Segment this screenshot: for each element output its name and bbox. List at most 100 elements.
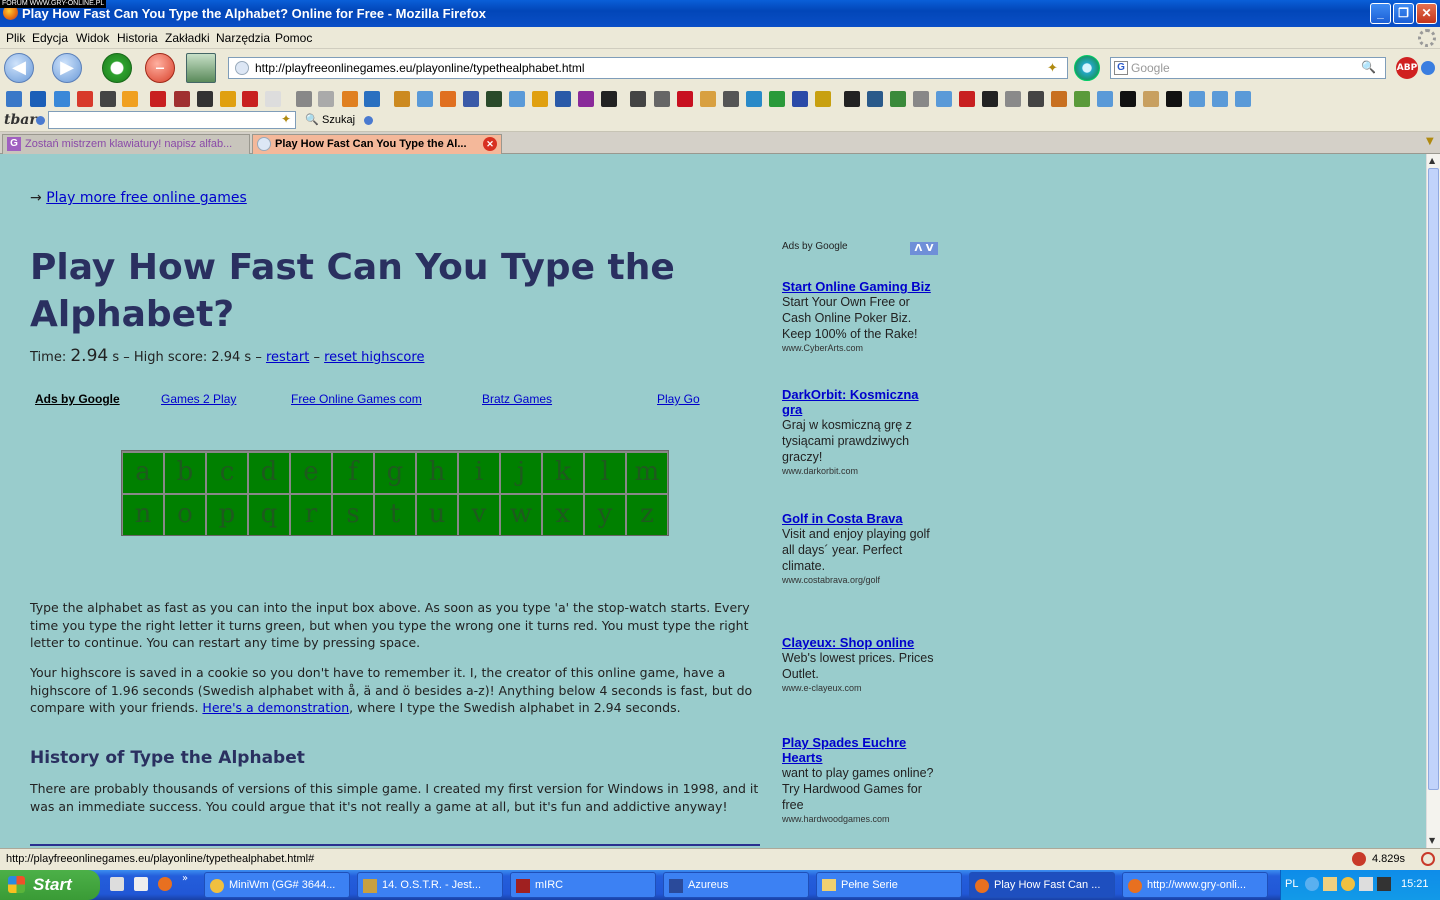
ads-by-google-label[interactable]: Ads by Google xyxy=(35,392,120,406)
vertical-scrollbar[interactable]: ▲ ▼ xyxy=(1426,154,1440,848)
bookmark-icon[interactable] xyxy=(417,91,433,107)
bookmark-star-icon[interactable]: ✦ xyxy=(1047,60,1058,76)
adblock-icon[interactable]: ABP xyxy=(1396,57,1418,79)
bookmark-icon[interactable] xyxy=(220,91,236,107)
bookmark-icon[interactable] xyxy=(342,91,358,107)
bookmark-icon[interactable] xyxy=(792,91,808,107)
bookmark-icon[interactable] xyxy=(867,91,883,107)
ad-title[interactable]: Start Online Gaming Biz xyxy=(782,279,942,294)
bookmark-icon[interactable] xyxy=(486,91,502,107)
ad-url[interactable]: www.hardwoodgames.com xyxy=(782,813,942,825)
bookmark-icon[interactable] xyxy=(982,91,998,107)
ad-title[interactable]: DarkOrbit: Kosmiczna gra xyxy=(782,387,942,417)
tab-type-alphabet[interactable]: Play How Fast Can You Type the Al... ✕ xyxy=(252,134,502,154)
bookmark-icon[interactable] xyxy=(1097,91,1113,107)
sidebar-ad[interactable]: Start Online Gaming Biz Start Your Own F… xyxy=(782,279,942,354)
sidebar-ad[interactable]: Clayeux: Shop online Web's lowest prices… xyxy=(782,635,942,694)
tbar-options-icon[interactable] xyxy=(364,116,373,125)
task-button[interactable]: 14. O.S.T.R. - Jest... xyxy=(357,872,503,898)
alphabet-grid[interactable]: abcdefghijklm nopqrstuvwxyz xyxy=(121,450,669,536)
bookmark-icon[interactable] xyxy=(77,91,93,107)
bookmark-icon[interactable] xyxy=(601,91,617,107)
bookmark-icon[interactable] xyxy=(913,91,929,107)
bookmark-icon[interactable] xyxy=(1166,91,1182,107)
task-button-active[interactable]: Play How Fast Can ... xyxy=(969,872,1115,898)
forward-button[interactable]: ▶ xyxy=(52,53,82,83)
bookmark-icon[interactable] xyxy=(122,91,138,107)
more-games-link[interactable]: Play more free online games xyxy=(46,190,247,206)
task-button[interactable]: MiniWm (GG# 3644... xyxy=(204,872,350,898)
status-block-icon[interactable] xyxy=(1421,852,1435,866)
menu-historia[interactable]: Historia xyxy=(117,31,158,45)
bookmark-icon[interactable] xyxy=(1005,91,1021,107)
extension-icon[interactable] xyxy=(1421,61,1435,75)
bookmark-icon[interactable] xyxy=(959,91,975,107)
bookmark-icon[interactable] xyxy=(746,91,762,107)
url-bar[interactable]: http://playfreeonlinegames.eu/playonline… xyxy=(228,57,1068,79)
start-button[interactable]: Start xyxy=(0,870,100,900)
close-button[interactable]: ✕ xyxy=(1416,3,1437,24)
bookmark-icon[interactable] xyxy=(1212,91,1228,107)
task-button[interactable]: Azureus xyxy=(663,872,809,898)
ad-url[interactable]: www.CyberArts.com xyxy=(782,342,942,354)
ad-link-free-online-games[interactable]: Free Online Games com xyxy=(291,392,422,406)
bookmark-icon[interactable] xyxy=(890,91,906,107)
tab-close-icon[interactable]: ✕ xyxy=(483,137,497,151)
bookmark-icon[interactable] xyxy=(1235,91,1251,107)
bookmark-icon[interactable] xyxy=(265,91,281,107)
bookmark-icon[interactable] xyxy=(150,91,166,107)
task-button[interactable]: mIRC xyxy=(510,872,656,898)
restore-button[interactable]: ❐ xyxy=(1393,3,1414,24)
home-button[interactable] xyxy=(186,53,216,83)
ad-link-bratz-games[interactable]: Bratz Games xyxy=(482,392,552,406)
scroll-down-icon[interactable]: ▼ xyxy=(1429,836,1435,845)
reload-button[interactable] xyxy=(102,53,132,83)
tbar-search-label[interactable]: Szukaj xyxy=(322,114,355,126)
tray-icon[interactable] xyxy=(1305,877,1319,891)
bookmark-icon[interactable] xyxy=(54,91,70,107)
stop-button[interactable]: – xyxy=(145,53,175,83)
menu-narzedzia[interactable]: Narzędzia xyxy=(216,31,270,45)
bookmark-icon[interactable] xyxy=(1074,91,1090,107)
ads-nav-icon[interactable]: Λ V xyxy=(910,242,938,255)
bookmark-icon[interactable] xyxy=(769,91,785,107)
sidebar-ad[interactable]: DarkOrbit: Kosmiczna gra Graj w kosmiczn… xyxy=(782,387,942,477)
menu-widok[interactable]: Widok xyxy=(76,31,109,45)
sidebar-ad[interactable]: Golf in Costa Brava Visit and enjoy play… xyxy=(782,511,942,586)
scroll-up-icon[interactable]: ▲ xyxy=(1429,156,1435,165)
ad-title[interactable]: Clayeux: Shop online xyxy=(782,635,942,650)
restart-link[interactable]: restart xyxy=(266,350,309,365)
ad-url[interactable]: www.darkorbit.com xyxy=(782,465,942,477)
bookmark-icon[interactable] xyxy=(509,91,525,107)
volume-icon[interactable] xyxy=(1359,877,1373,891)
bookmark-icon[interactable] xyxy=(532,91,548,107)
task-button[interactable]: http://www.gry-onli... xyxy=(1122,872,1268,898)
demonstration-link[interactable]: Here's a demonstration xyxy=(202,700,349,715)
bookmark-icon[interactable] xyxy=(555,91,571,107)
ad-url[interactable]: www.e-clayeux.com xyxy=(782,682,942,694)
bookmark-icon[interactable] xyxy=(394,91,410,107)
search-icon[interactable]: 🔍 xyxy=(1361,60,1376,74)
status-addon-icon[interactable] xyxy=(1352,852,1366,866)
menu-plik[interactable]: Plik xyxy=(6,31,25,45)
quicklaunch-icon[interactable] xyxy=(110,877,124,891)
go-button[interactable] xyxy=(1074,55,1100,81)
google-engine-icon[interactable]: G xyxy=(1114,61,1128,75)
menu-edycja[interactable]: Edycja xyxy=(32,31,68,45)
tab-list-icon[interactable]: ▼ xyxy=(1426,136,1434,147)
bookmark-icon[interactable] xyxy=(1189,91,1205,107)
bookmark-icon[interactable] xyxy=(440,91,456,107)
bookmark-icon[interactable] xyxy=(1051,91,1067,107)
bookmark-icon[interactable] xyxy=(815,91,831,107)
bookmark-icon[interactable] xyxy=(844,91,860,107)
bookmark-icon[interactable] xyxy=(197,91,213,107)
bookmark-icon[interactable] xyxy=(654,91,670,107)
tbar-star-icon[interactable]: ✦ xyxy=(281,112,291,126)
menu-zakladki[interactable]: Zakładki xyxy=(165,31,210,45)
ad-title[interactable]: Play Spades Euchre Hearts xyxy=(782,735,942,765)
reset-highscore-link[interactable]: reset highscore xyxy=(324,350,424,365)
ad-title[interactable]: Golf in Costa Brava xyxy=(782,511,942,526)
ad-link-play-go[interactable]: Play Go xyxy=(657,392,700,406)
search-box[interactable]: G Google 🔍 xyxy=(1110,57,1386,79)
tab-gry-online[interactable]: G Zostań mistrzem klawiatury! napisz alf… xyxy=(2,134,250,154)
